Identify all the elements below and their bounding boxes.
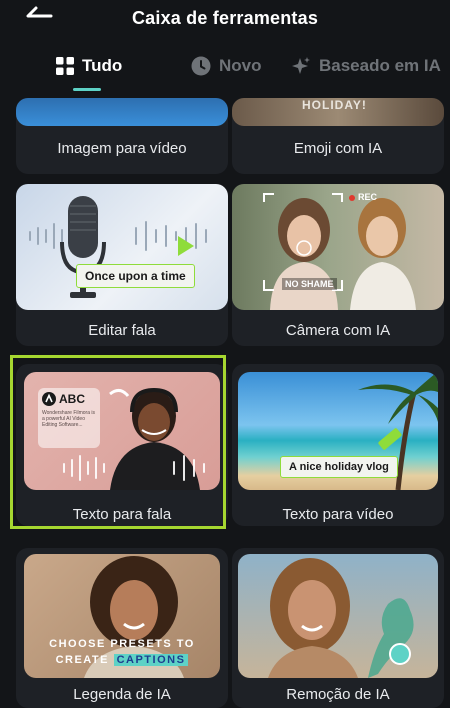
tool-card-edit-speech[interactable]: Once upon a time Editar fala	[16, 184, 228, 346]
tool-card-ai-camera[interactable]: REC NO SHAME Câmera com IA	[232, 184, 444, 346]
speaker-thumbnail-art	[63, 387, 205, 490]
tab-bar: Tudo Novo Baseado em IA	[0, 48, 450, 94]
thumb-caption-line1: CHOOSE PRESETS TO	[49, 638, 195, 650]
page-title: Caixa de ferramentas	[131, 8, 319, 28]
app-header: Caixa de ferramentas	[0, 0, 450, 40]
tab-new[interactable]: Novo	[191, 56, 262, 76]
tool-thumbnail: HOLIDAY!	[232, 98, 444, 126]
tool-thumbnail: ABC Wondershare Filmora is a powerful AI…	[24, 372, 220, 490]
removal-thumbnail-art	[268, 558, 414, 678]
active-tab-indicator	[73, 88, 101, 91]
tool-card-ai-captions[interactable]: CHOOSE PRESETS TO CREATE CAPTIONS Legend…	[16, 548, 228, 708]
clock-icon	[191, 56, 211, 76]
tab-ai-based[interactable]: Baseado em IA	[291, 56, 441, 76]
tool-card-ai-emoji[interactable]: HOLIDAY! Emoji com IA	[232, 98, 444, 174]
tool-label: Remoção de IA	[286, 686, 390, 703]
tool-thumbnail: A nice holiday vlog	[238, 372, 438, 490]
tool-card-ai-removal[interactable]: Remoção de IA	[232, 548, 444, 708]
grid-icon	[56, 57, 74, 75]
tool-label: Editar fala	[88, 322, 156, 339]
speech-thumbnail-art	[29, 196, 207, 298]
sparkle-icon	[292, 57, 310, 74]
thumb-caption: HOLIDAY!	[302, 98, 367, 112]
tool-label: Texto para vídeo	[282, 506, 394, 523]
tool-thumbnail: Once upon a time	[16, 184, 228, 310]
tool-label: Legenda de IA	[73, 686, 171, 703]
thumb-caption: Once upon a time	[76, 264, 195, 288]
tab-ai-based-label: Baseado em IA	[319, 56, 441, 75]
thumb-caption-highlight: CAPTIONS	[113, 654, 189, 666]
tool-label: Câmera com IA	[285, 322, 391, 339]
tool-thumbnail	[16, 98, 228, 126]
thumb-caption: NO SHAME	[282, 278, 337, 290]
thumb-caption: A nice holiday vlog	[280, 456, 398, 478]
tool-thumbnail: CHOOSE PRESETS TO CREATE CAPTIONS	[24, 554, 220, 678]
tab-all-label: Tudo	[82, 56, 123, 75]
tool-card-image-to-video[interactable]: Imagem para vídeo	[16, 98, 228, 174]
tool-card-text-to-speech[interactable]: ABC Wondershare Filmora is a powerful AI…	[16, 364, 228, 526]
thumb-caption-create: CREATE	[55, 654, 109, 666]
tool-card-text-to-video[interactable]: A nice holiday vlog Texto para vídeo	[232, 364, 444, 526]
rec-indicator: REC	[358, 192, 378, 202]
thumb-caption-line2: CREATE CAPTIONS	[24, 654, 220, 666]
tool-label: Emoji com IA	[293, 140, 383, 157]
tool-thumbnail: REC NO SHAME	[232, 184, 444, 310]
tool-label: Texto para fala	[72, 506, 172, 523]
tab-all[interactable]: Tudo	[56, 56, 122, 76]
tool-thumbnail	[238, 554, 438, 678]
tab-new-label: Novo	[219, 56, 262, 75]
tool-label: Imagem para vídeo	[57, 140, 187, 157]
camera-thumbnail-art	[263, 193, 416, 310]
